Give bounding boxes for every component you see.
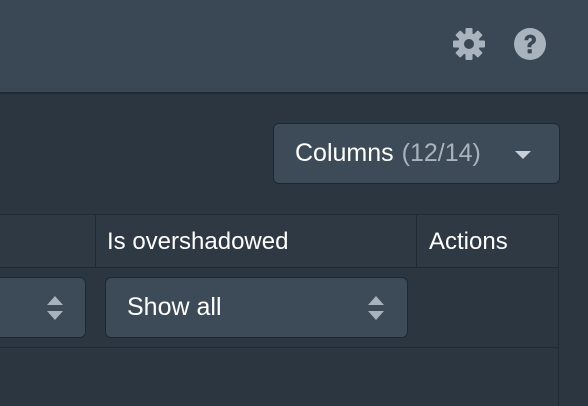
table-header-row: Is overshadowed Actions: [0, 214, 558, 269]
help-icon: [512, 26, 548, 62]
data-table: Is overshadowed Actions Show all: [0, 214, 559, 406]
up-down-arrows-icon: [368, 296, 384, 320]
columns-button[interactable]: Columns (12/14): [273, 123, 560, 184]
filter-select[interactable]: [0, 277, 86, 338]
columns-button-label: Columns: [295, 139, 394, 167]
column-divider[interactable]: [416, 215, 417, 269]
header-is-overshadowed[interactable]: Is overshadowed: [107, 228, 288, 256]
is-overshadowed-filter-select[interactable]: Show all: [105, 277, 408, 338]
gear-icon: [451, 26, 487, 62]
page: Columns (12/14) Is overshadowed Actions: [0, 0, 588, 406]
up-down-arrows-icon: [47, 296, 63, 320]
table-filter-row: Show all: [0, 268, 558, 348]
chevron-down-icon: [515, 151, 531, 159]
column-divider[interactable]: [95, 215, 96, 269]
columns-count: (12/14): [401, 139, 481, 167]
settings-button[interactable]: [451, 26, 487, 62]
help-button[interactable]: [512, 26, 548, 62]
main-content: Columns (12/14) Is overshadowed Actions: [0, 94, 588, 406]
top-bar: [0, 0, 588, 94]
is-overshadowed-filter-value: Show all: [127, 293, 222, 321]
header-actions: Actions: [429, 228, 508, 255]
